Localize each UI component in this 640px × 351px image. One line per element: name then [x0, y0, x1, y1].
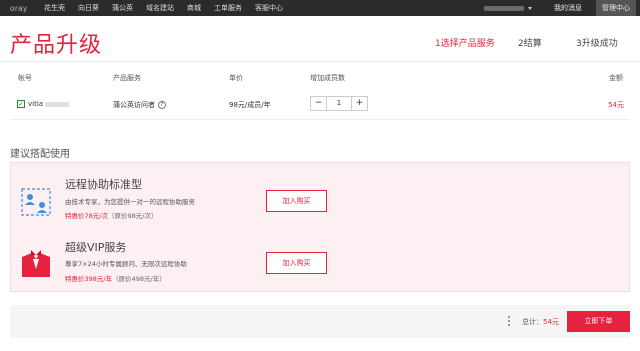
amount-cell: 54元 — [608, 101, 624, 109]
increment-button[interactable]: + — [352, 97, 367, 110]
item-deal-price: 特惠价398元/年（原价498元/年） — [65, 273, 166, 283]
col-price: 单价 — [229, 74, 243, 82]
original-price: （原价498元/年） — [112, 275, 166, 283]
nav-item-xiangrikui[interactable]: 向日葵 — [78, 3, 99, 13]
order-footer: 总计：54元 立即下单 — [10, 305, 630, 338]
nav-item-pugongying[interactable]: 蒲公英 — [112, 3, 133, 13]
top-nav: 花生壳 向日葵 蒲公英 域名建站 商城 工单服务 客服中心 — [44, 3, 296, 13]
item-desc: 由技术专家，为您提供一对一的远程协助服务 — [65, 198, 195, 206]
deal-price: 特惠价78元/次 — [65, 212, 108, 220]
account-blurred — [45, 101, 70, 107]
col-amount: 金额 — [609, 74, 623, 82]
recommend-item-super-vip: 超级VIP服务 尊享7×24小时专属顾问、无限次远程协助 特惠价398元/年（原… — [11, 230, 631, 290]
step-select-service: 1选择产品服务 — [435, 39, 495, 49]
original-price: （原价98元/次） — [107, 212, 158, 220]
total-label: 总计： — [522, 318, 543, 326]
add-to-cart-button[interactable]: 加入购买 — [266, 252, 327, 274]
help-icon[interactable]: ? — [158, 101, 166, 109]
oray-logo[interactable]: oray — [10, 4, 40, 13]
nav-item-shop[interactable]: 商城 — [187, 3, 201, 13]
admin-center-link[interactable]: 管理中心 — [596, 0, 636, 16]
col-account: 帐号 — [18, 74, 32, 82]
nav-item-huashengke[interactable]: 花生壳 — [44, 3, 65, 13]
recommend-box: 远程协助标准型 由技术专家，为您提供一对一的远程协助服务 特惠价78元/次（原价… — [10, 162, 630, 292]
top-right-area: 我的消息 管理中心 — [484, 0, 640, 16]
step-checkout: 2结算 — [518, 39, 542, 49]
quantity-stepper: − 1 + — [310, 96, 368, 111]
place-order-button[interactable]: 立即下单 — [567, 311, 630, 332]
quantity-input[interactable]: 1 — [326, 97, 352, 110]
deal-price: 特惠价398元/年 — [65, 275, 113, 283]
my-messages-link[interactable]: 我的消息 — [554, 3, 582, 13]
item-name: 远程协助标准型 — [65, 178, 142, 191]
step-success: 3升级成功 — [576, 39, 618, 49]
add-to-cart-button[interactable]: 加入购买 — [266, 190, 327, 212]
item-deal-price: 特惠价78元/次（原价98元/次） — [65, 210, 157, 220]
price-cell: 98元/成员/年 — [229, 101, 271, 109]
table-row: ✓ vitia 蒲公英访问者? 98元/成员/年 − 1 + 54元 — [10, 90, 630, 120]
recommend-title: 建议搭配使用 — [10, 149, 70, 160]
remote-assist-icon — [21, 188, 51, 216]
item-desc: 尊享7×24小时专属顾问、无限次远程协助 — [65, 260, 187, 268]
total-value: 54元 — [543, 318, 559, 326]
nav-item-support[interactable]: 客服中心 — [255, 3, 283, 13]
chevron-down-icon[interactable] — [528, 6, 532, 10]
row-checkbox[interactable]: ✓ — [17, 100, 25, 108]
nav-item-domain[interactable]: 域名建站 — [146, 3, 174, 13]
service-cell: 蒲公英访问者? — [113, 100, 166, 110]
item-name: 超级VIP服务 — [65, 241, 127, 254]
user-account-blurred[interactable] — [484, 5, 524, 11]
nav-item-ticket[interactable]: 工单服务 — [214, 3, 242, 13]
account-cell: vitia — [28, 100, 70, 108]
page-header: 产品升级 1选择产品服务 2结算 3升级成功 — [0, 16, 640, 62]
recommend-item-remote-assist: 远程协助标准型 由技术专家，为您提供一对一的远程协助服务 特惠价78元/次（原价… — [11, 168, 631, 228]
col-add-members: 增加成员数 — [310, 74, 345, 82]
service-name: 蒲公英访问者 — [113, 101, 155, 109]
order-total: 总计：54元 — [522, 317, 559, 327]
page-title: 产品升级 — [10, 33, 103, 58]
decrement-button[interactable]: − — [311, 97, 326, 110]
vip-butler-icon — [22, 250, 50, 277]
top-navigation-bar: oray 花生壳 向日葵 蒲公英 域名建站 商城 工单服务 客服中心 我的消息 … — [0, 0, 640, 16]
col-service: 产品服务 — [113, 74, 141, 82]
account-name: vitia — [28, 100, 44, 108]
divider — [508, 316, 510, 326]
